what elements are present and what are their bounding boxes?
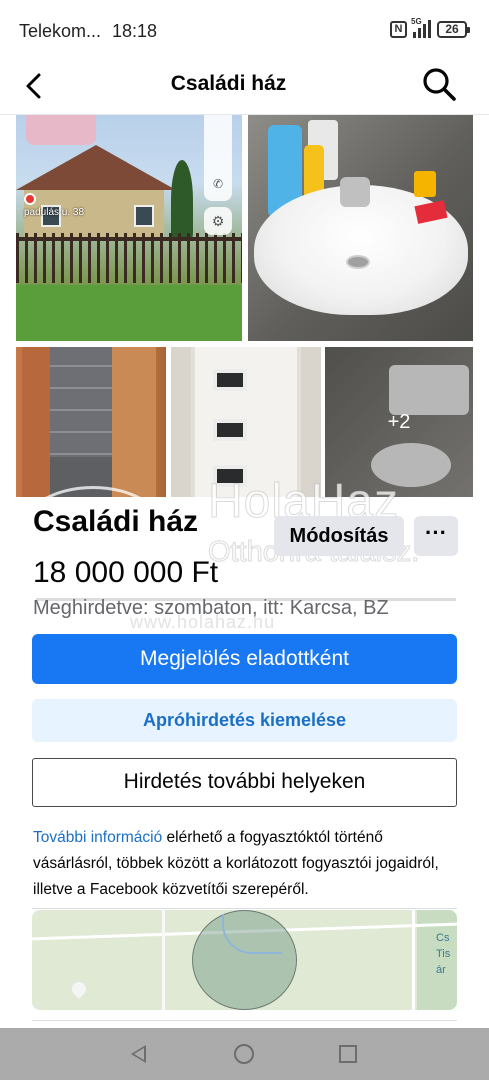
photo-house-exterior[interactable]: padulás u. 38 ✆ ⚙ — [16, 115, 242, 341]
more-info-link[interactable]: További információ — [33, 829, 162, 846]
photo-bathroom-sink[interactable] — [248, 115, 473, 341]
photo-interior-door[interactable] — [171, 347, 321, 497]
more-photos-count[interactable]: +2 — [325, 347, 473, 497]
photo-shower-room[interactable] — [16, 347, 166, 497]
settings-gear-icon: ⚙ — [204, 207, 232, 235]
page-title: Családi ház — [170, 72, 287, 95]
listing-price: 18 000 000 Ft — [33, 556, 219, 589]
street-view-label: padulás u. 38 — [24, 207, 85, 218]
map-place-label: Cs Tis ár — [436, 932, 451, 976]
network-type: 5G — [411, 17, 422, 26]
battery-icon: 26 — [437, 20, 470, 38]
street-view-controls: ✆ — [204, 115, 232, 201]
list-elsewhere-button[interactable]: Hirdetés további helyeken — [32, 758, 457, 807]
edit-button[interactable]: Módosítás — [274, 516, 404, 556]
phone-icon: ✆ — [212, 177, 224, 191]
photo-gallery: padulás u. 38 ✆ ⚙ +2 — [16, 115, 473, 497]
mark-sold-button[interactable]: Megjelölés eladottként — [32, 634, 457, 684]
nfc-icon: N — [390, 20, 407, 38]
posted-info: Meghirdetve: szombaton, itt: Karcsa, BZ — [33, 597, 389, 619]
carrier-label: Telekom... — [19, 21, 102, 41]
divider — [32, 908, 457, 909]
location-pin-icon — [24, 193, 36, 205]
nav-recents-icon[interactable] — [339, 1045, 357, 1063]
consumer-info-text: További információ elérhető a fogyasztók… — [33, 825, 453, 903]
map-pin-icon — [69, 979, 89, 999]
top-app-bar: Családi ház — [0, 60, 489, 115]
listing-title: Családi ház — [33, 505, 199, 538]
search-icon[interactable] — [421, 66, 457, 102]
signal-icon: 5G — [411, 17, 431, 38]
more-options-button[interactable]: ··· — [414, 516, 458, 556]
status-bar: Telekom... 18:18 N 5G 26 — [0, 0, 489, 60]
clock: 18:18 — [112, 21, 158, 41]
promote-listing-button[interactable]: Apróhirdetés kiemelése — [32, 699, 457, 742]
nav-home-icon[interactable] — [234, 1044, 254, 1064]
divider — [32, 1020, 457, 1021]
status-icons: N 5G 26 — [390, 17, 470, 38]
location-map[interactable]: Cs Tis ár — [32, 910, 457, 1010]
system-navigation-bar — [0, 1028, 489, 1080]
